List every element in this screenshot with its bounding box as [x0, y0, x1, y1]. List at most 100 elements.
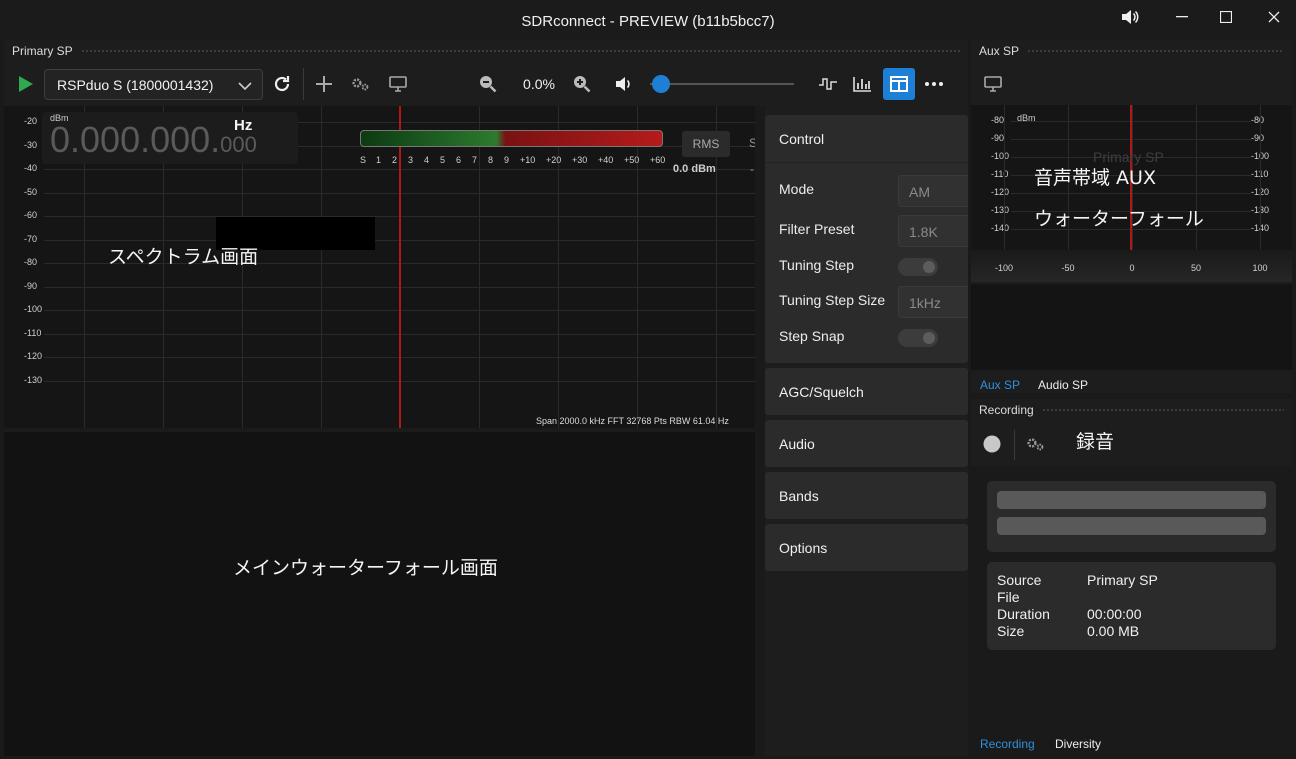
s-meter-label: 3 [408, 155, 414, 165]
volume-icon[interactable] [612, 73, 636, 95]
record-icon[interactable] [983, 434, 1001, 454]
tab-audio-sp[interactable]: Audio SP [1038, 378, 1088, 392]
maximize-icon[interactable] [1206, 6, 1246, 28]
duration-label: Duration [997, 606, 1050, 622]
progress-bar-1 [997, 491, 1266, 509]
aux-scale: -100 -50 0 50 100 [971, 250, 1292, 282]
frequency-big: 0.000.000. [50, 119, 221, 160]
aux-tabs: Aux SP Audio SP [971, 373, 1292, 395]
tab-recording[interactable]: Recording [980, 737, 1035, 751]
frequency-small: 000 [220, 132, 257, 157]
s-meter-label: 4 [424, 155, 430, 165]
refresh-icon[interactable] [270, 72, 294, 96]
recording-header: Recording [971, 399, 1292, 421]
device-select[interactable]: RSPduo S (1800001432) [44, 69, 263, 100]
primary-panel-title: Primary SP [12, 44, 73, 58]
split-view-icon[interactable] [883, 68, 915, 100]
aux-waterfall[interactable] [971, 284, 1292, 370]
spectrum-footer: Span 2000.0 kHz FFT 32768 Pts RBW 61.04 … [536, 416, 729, 426]
aux-x-tick-label: -50 [1061, 263, 1075, 273]
recording-progress-card [987, 481, 1276, 552]
gears-icon[interactable] [1023, 433, 1047, 455]
window-title: SDRconnect - PREVIEW (b11b5bcc7) [521, 13, 775, 30]
waveform-icon[interactable] [816, 72, 840, 96]
s-meter-label: 8 [488, 155, 494, 165]
monitor-icon[interactable] [386, 72, 410, 96]
close-icon[interactable] [1254, 6, 1294, 28]
s-meter-bar [360, 130, 663, 147]
tuning-line[interactable] [399, 106, 401, 428]
play-icon[interactable] [16, 74, 36, 94]
frequency-unit: Hz [234, 117, 253, 134]
bands-section[interactable]: Bands [765, 472, 968, 519]
options-title: Options [779, 540, 828, 556]
frequency-display[interactable]: 0.000.000.000 [50, 119, 257, 161]
spectrum-bars-icon[interactable] [850, 72, 874, 96]
add-icon[interactable] [312, 72, 336, 96]
recording-panel-title: Recording [979, 403, 1034, 417]
truncated-label-2: - [750, 162, 754, 176]
spectrum-annotation: スペクトラム画面 [108, 246, 259, 268]
tuning-step-size-select[interactable]: 1kHz [898, 286, 968, 318]
spectrum-display[interactable]: -20 -30 -40 -50 -60 -70 -80 -90 -100 -110 -120 -130… [4, 106, 755, 428]
device-label: RSPduo S (1800001432) [57, 77, 214, 93]
gears-icon[interactable] [348, 72, 372, 96]
recording-tabs: Recording Diversity [971, 732, 1292, 754]
recording-info-card: Source Primary SP File Duration 00:00:00… [987, 562, 1276, 650]
drag-handle[interactable] [1041, 407, 1284, 413]
aux-annotation-1: 音声帯域 AUX [1034, 167, 1156, 189]
s-meter-label: +40 [598, 155, 614, 165]
zoom-in-icon[interactable] [570, 72, 594, 96]
speaker-icon[interactable] [1110, 6, 1150, 28]
volume-slider-thumb[interactable] [652, 75, 670, 93]
y-tick-label: -100 [24, 304, 43, 314]
aux-y-tick-label: -130 [991, 205, 1010, 215]
bands-title: Bands [779, 488, 819, 504]
tuning-step-size-label: Tuning Step Size [779, 292, 886, 308]
y-tick-label: -30 [24, 139, 38, 150]
y-tick-label: -130 [24, 374, 43, 385]
tab-aux-sp[interactable]: Aux SP [980, 378, 1020, 392]
monitor-icon[interactable] [981, 72, 1005, 96]
s-meter-label: +20 [546, 155, 562, 165]
zoom-value: 0.0% [523, 76, 555, 92]
agc-squelch-title: AGC/Squelch [779, 384, 864, 400]
volume-slider[interactable] [650, 83, 794, 85]
audio-section[interactable]: Audio [765, 420, 968, 467]
drag-handle[interactable] [1027, 48, 1284, 54]
control-title[interactable]: Control [779, 131, 824, 147]
waterfall-display[interactable]: メインウォーターフォール画面 [4, 432, 755, 756]
mode-select[interactable]: AM [898, 175, 968, 207]
aux-x-tick-label: 100 [1252, 263, 1268, 273]
zoom-out-icon[interactable] [476, 72, 500, 96]
s-meter-label: +10 [520, 155, 536, 165]
drag-handle[interactable] [80, 48, 960, 54]
options-section[interactable]: Options [765, 524, 968, 571]
step-snap-label: Step Snap [779, 328, 845, 344]
primary-toolbar: RSPduo S (1800001432) 0.0% [4, 62, 968, 106]
more-icon[interactable] [922, 72, 946, 96]
aux-y-tick-label: -120 [991, 187, 1010, 197]
y-tick-label: -20 [24, 116, 38, 126]
aux-spectrum-display[interactable]: -80-80-90-90-100-100-110-110-120-120-130… [971, 105, 1292, 282]
s-meter-label: +60 [650, 155, 666, 165]
step-snap-toggle[interactable] [898, 329, 938, 347]
tab-diversity[interactable]: Diversity [1055, 737, 1101, 751]
grid-line [479, 106, 480, 428]
filter-preset-select[interactable]: 1.8K [898, 215, 968, 247]
agc-squelch-section[interactable]: AGC/Squelch [765, 368, 968, 415]
s-meter-label: +30 [572, 155, 588, 165]
s-meter-label: +50 [624, 155, 640, 165]
aux-x-tick-label: 0 [1129, 263, 1135, 273]
rms-value: 0.0 dBm [673, 163, 716, 175]
aux-y-tick-label: -80 [991, 115, 1005, 125]
tuning-step-toggle[interactable] [898, 258, 938, 276]
grid-line [321, 106, 322, 428]
primary-panel: Primary SP RSPduo S (1800001432) 0.0% -2… [4, 40, 968, 756]
aux-annotation-2: ウォーターフォール [1034, 208, 1204, 230]
s-meter-label: 9 [504, 155, 510, 165]
aux-y-tick-label: -100 [991, 151, 1010, 161]
source-label: Source [997, 572, 1042, 588]
minimize-icon[interactable] [1162, 6, 1202, 28]
rms-button[interactable]: RMS [682, 131, 730, 157]
